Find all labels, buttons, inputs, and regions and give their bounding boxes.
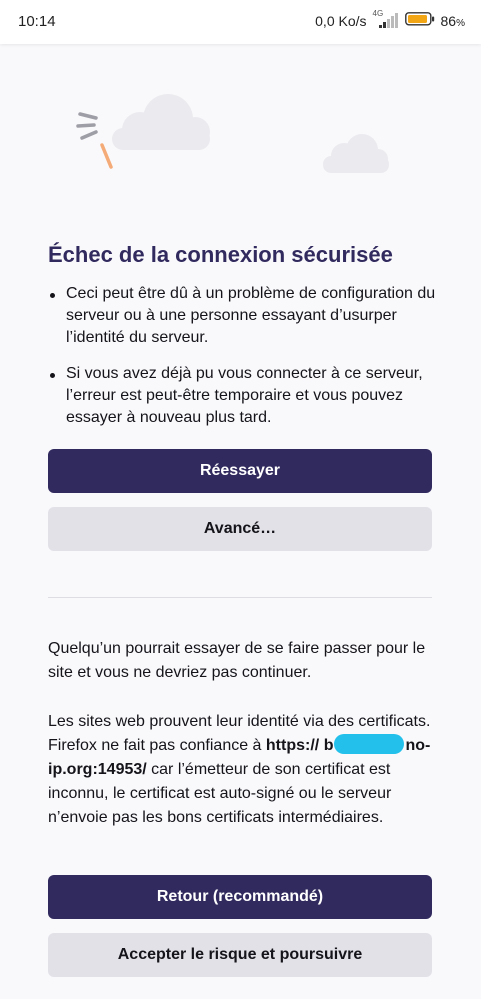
status-indicators: 0,0 Ko/s 4G 86% <box>315 9 465 29</box>
divider <box>48 597 432 598</box>
spark-lines-icon <box>76 112 98 140</box>
impersonation-warning: Quelqu’un pourrait essayer de se faire p… <box>48 640 426 681</box>
certificate-explanation: Les sites web prouvent leur identité via… <box>48 710 438 830</box>
status-time: 10:14 <box>18 13 56 30</box>
error-title: Échec de la connexion sécurisée <box>48 242 393 267</box>
cloud-large-icon <box>112 94 210 150</box>
cloud-small-icon <box>323 134 389 173</box>
accept-risk-button[interactable]: Accepter le risque et poursuivre <box>48 933 432 977</box>
advanced-button[interactable]: Avancé… <box>48 507 432 551</box>
error-reasons-list: Ceci peut être dû à un problème de confi… <box>48 283 438 443</box>
redaction-mark <box>334 734 405 754</box>
battery-percentage: 86% <box>440 12 465 29</box>
broken-lock-clouds-illustration <box>76 94 389 173</box>
status-bar: 10:14 0,0 Ko/s 4G 86% <box>0 0 481 44</box>
signal-icon: 4G <box>373 9 399 29</box>
battery-icon <box>404 12 435 29</box>
error-reason-item: Ceci peut être dû à un problème de confi… <box>48 283 438 349</box>
error-reason-item: Si vous avez déjà pu vous connecter à ce… <box>48 363 438 429</box>
match-stick-icon <box>100 143 113 169</box>
network-speed: 0,0 Ko/s <box>315 12 367 29</box>
retry-button[interactable]: Réessayer <box>48 449 432 493</box>
go-back-button[interactable]: Retour (recommandé) <box>48 875 432 919</box>
